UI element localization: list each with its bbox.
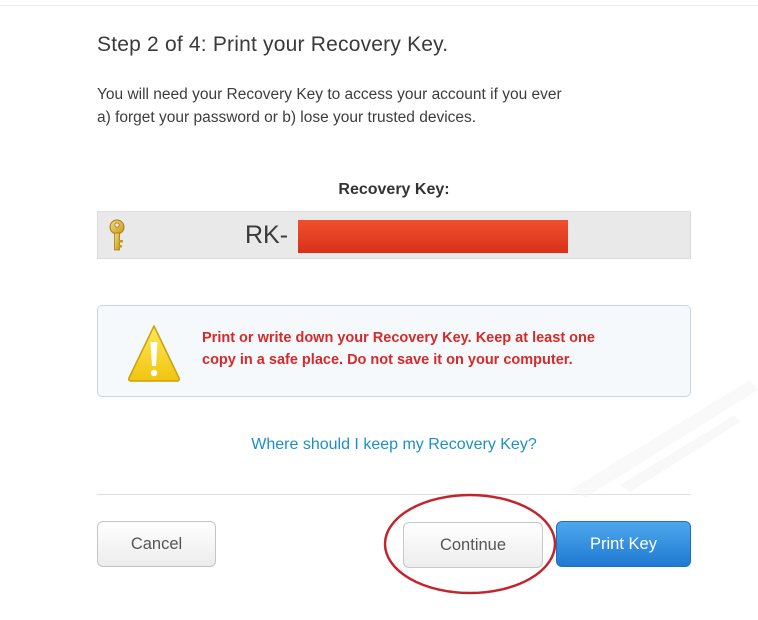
recovery-key-field: RK- (97, 211, 691, 259)
intro-line-2: a) forget your password or b) lose your … (97, 109, 477, 126)
footer-divider (97, 494, 691, 495)
warning-text: Print or write down your Recovery Key. K… (202, 327, 595, 371)
print-key-button[interactable]: Print Key (556, 521, 691, 567)
warning-icon (126, 322, 182, 384)
recovery-key-help-link[interactable]: Where should I keep my Recovery Key? (97, 436, 691, 454)
intro-text: You will need your Recovery Key to acces… (97, 83, 697, 129)
redacted-key-value (298, 220, 568, 253)
warning-line-1: Print or write down your Recovery Key. K… (202, 330, 595, 346)
continue-button[interactable]: Continue (403, 522, 543, 568)
intro-line-1: You will need your Recovery Key to acces… (97, 86, 562, 103)
recovery-key-dialog: Step 2 of 4: Print your Recovery Key. Yo… (0, 0, 758, 620)
recovery-key-prefix: RK- (245, 221, 289, 249)
recovery-key-label: Recovery Key: (338, 181, 450, 198)
key-icon (106, 219, 128, 253)
cancel-button[interactable]: Cancel (97, 521, 216, 567)
page-title: Step 2 of 4: Print your Recovery Key. (97, 33, 449, 56)
top-border (0, 5, 758, 6)
warning-line-2: copy in a safe place. Do not save it on … (202, 352, 573, 368)
warning-panel: Print or write down your Recovery Key. K… (97, 305, 691, 397)
